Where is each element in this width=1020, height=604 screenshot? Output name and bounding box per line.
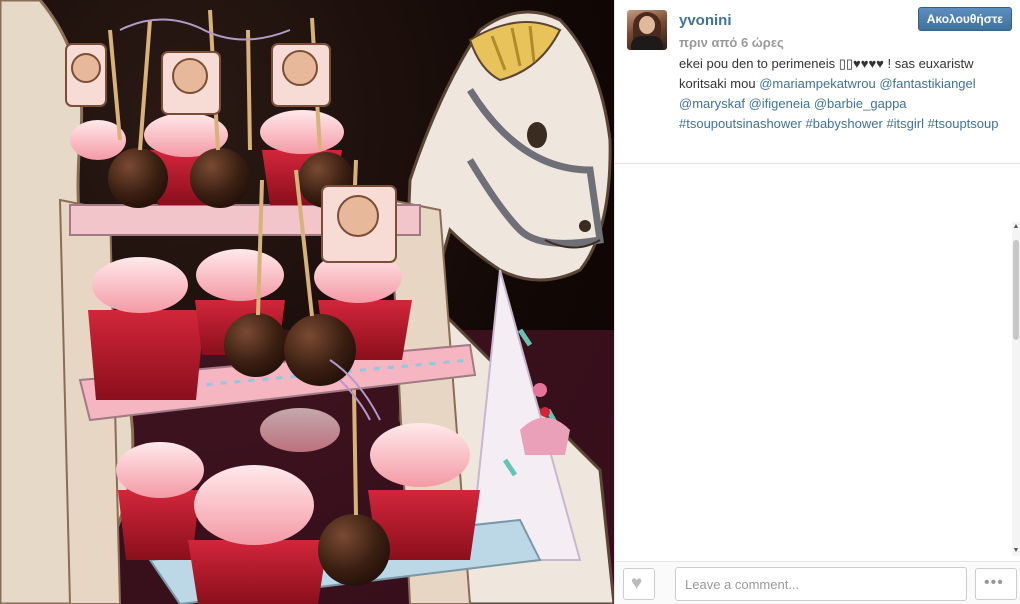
mention-link[interactable]: @fantastikiangel bbox=[879, 76, 975, 91]
more-options-button[interactable]: ••• bbox=[975, 568, 1017, 600]
scroll-down-arrow-icon[interactable]: ▼ bbox=[1012, 546, 1020, 556]
comment-bar: ♥ ••• bbox=[615, 561, 1020, 604]
comments-scrollbar[interactable]: ▲ ▼ bbox=[1012, 222, 1020, 556]
mention-link[interactable]: @maryskaf bbox=[679, 96, 745, 111]
hashtag-link[interactable]: #tsouptsoup bbox=[928, 116, 999, 131]
post-caption: ekei pou den to perimeneis ▯▯♥♥♥♥ ! sas … bbox=[679, 54, 1009, 134]
username-link[interactable]: yvonini bbox=[679, 12, 732, 29]
post-timestamp: πριν από 6 ώρες bbox=[679, 35, 784, 50]
comment-input[interactable] bbox=[675, 567, 967, 601]
ellipsis-icon: ••• bbox=[984, 574, 1004, 591]
scroll-up-arrow-icon[interactable]: ▲ bbox=[1012, 222, 1020, 232]
hashtag-link[interactable]: #babyshower bbox=[805, 116, 882, 131]
hashtag-link[interactable]: #tsoupoutsinashower bbox=[679, 116, 802, 131]
post-header: yvonini πριν από 6 ώρες Ακολουθήστε ekei… bbox=[615, 0, 1020, 164]
avatar[interactable] bbox=[627, 10, 667, 50]
mention-link[interactable]: @ifigeneia bbox=[749, 96, 811, 111]
scroll-thumb[interactable] bbox=[1013, 240, 1019, 340]
post-photo bbox=[0, 0, 614, 604]
like-button[interactable]: ♥ bbox=[623, 568, 655, 600]
post-details-panel: yvonini πριν από 6 ώρες Ακολουθήστε ekei… bbox=[614, 0, 1020, 604]
hashtag-link[interactable]: #itsgirl bbox=[886, 116, 924, 131]
comments-list bbox=[615, 165, 1020, 561]
heart-icon: ♥ bbox=[631, 573, 643, 594]
mention-link[interactable]: @mariampekatwrou bbox=[759, 76, 876, 91]
follow-button[interactable]: Ακολουθήστε bbox=[917, 7, 1012, 31]
mention-link[interactable]: @barbie_gappa bbox=[814, 96, 907, 111]
cupcake-stand-photo bbox=[0, 0, 614, 604]
